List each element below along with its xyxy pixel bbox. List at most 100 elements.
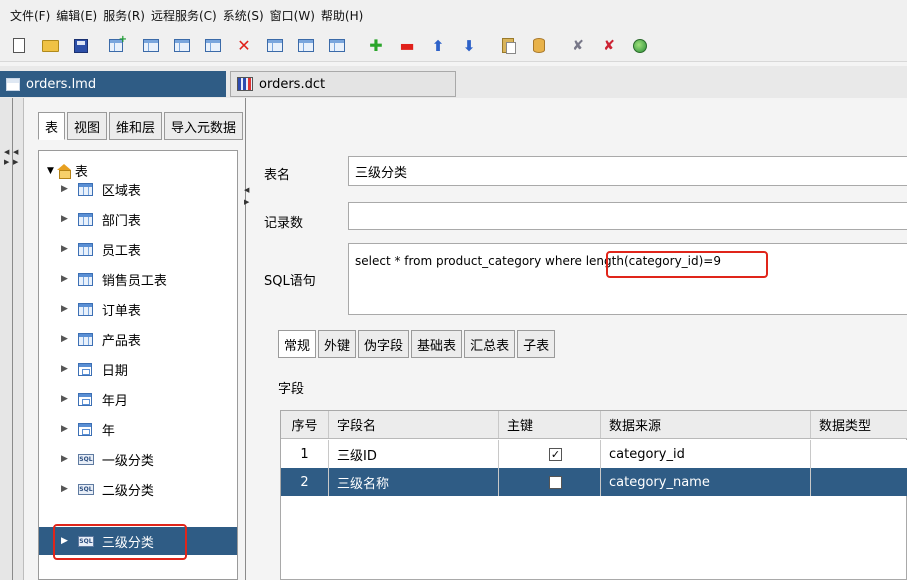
expand-right-icon[interactable]: ▶ [4,158,9,166]
remove-icon[interactable]: ▬ [396,35,418,57]
row-data-source[interactable]: category_id [601,440,811,468]
menu-service[interactable]: 服务(R) [103,7,145,24]
caret-right-icon[interactable]: ▶ [61,484,68,494]
table-name-input[interactable]: 三级分类 [348,156,907,186]
table-icon [77,272,93,286]
insert-column-icon[interactable] [295,35,317,57]
tree-item-label: 二级分类 [101,483,154,499]
doc-tab-orders-lmd[interactable]: orders.lmd [0,71,226,97]
menu-window[interactable]: 窗口(W) [270,7,315,24]
tab-sub-tables[interactable]: 子表 [517,330,556,358]
row-data-type[interactable] [811,468,907,496]
caret-right-icon[interactable]: ▶ [61,334,68,344]
collapse-left-icon[interactable]: ◀ [13,148,18,156]
row-field-name[interactable]: 三级名称 [329,468,499,496]
table-tree: ▼ 表 ▶ 区域表 ▶ 部门表 ▶ 员工表 ▶ 销售员工表 ▶ 订单表 ▶ 产品… [38,150,238,580]
caret-right-icon[interactable]: ▶ [61,184,68,194]
menu-edit[interactable]: 编辑(E) [56,7,97,24]
add-icon[interactable]: ✚ [365,35,387,57]
tree-item[interactable]: ▶ 员工表 [61,235,237,263]
save-icon[interactable] [70,35,92,57]
tree-item[interactable]: ▶ 年 [61,415,237,443]
header-data-type[interactable]: 数据类型 [811,411,907,438]
table-icon [77,212,93,226]
caret-right-icon[interactable]: ▶ [61,304,68,314]
new-file-icon[interactable] [8,35,30,57]
expand-right-icon[interactable]: ▶ [244,198,249,206]
tab-general[interactable]: 常规 [278,330,317,358]
caret-right-icon[interactable]: ▶ [61,214,68,224]
add-sql-table-icon[interactable] [140,35,162,57]
tree-item[interactable]: ▶ 订单表 [61,295,237,323]
debug-tool-icon[interactable]: ✘ [598,35,620,57]
tab-tables[interactable]: 表 [38,112,66,140]
tree-item[interactable]: ▶ 部门表 [61,205,237,233]
globe-icon[interactable] [629,35,651,57]
row-data-source[interactable]: category_name [601,468,811,496]
tree-item[interactable]: ▶ 年月 [61,385,237,413]
tab-summary-tables[interactable]: 汇总表 [464,330,516,358]
row-data-type[interactable] [811,440,907,468]
move-down-icon[interactable]: ⬇ [458,35,480,57]
splitter-line[interactable] [245,98,246,580]
doc-tab-orders-dct[interactable]: orders.dct [230,71,456,97]
caret-right-icon[interactable]: ▶ [61,364,68,374]
sql-text: select * from product_category where [355,254,586,268]
tab-views[interactable]: 视图 [67,112,108,140]
collapse-left-icon[interactable]: ◀ [4,148,9,156]
tab-dimensions[interactable]: 维和层 [109,112,163,140]
delete-icon[interactable]: ✕ [233,35,255,57]
paste-icon[interactable] [497,35,519,57]
primary-key-checkbox[interactable] [549,475,562,489]
menu-remote-service[interactable]: 远程服务(C) [151,7,217,24]
tree-item[interactable]: ▶ SQL 二级分类 [61,475,237,503]
add-table-icon[interactable]: + [109,34,131,57]
primary-key-checkbox[interactable]: ✓ [549,447,562,461]
expand-right-icon[interactable]: ▶ [13,158,18,166]
tab-foreign-keys[interactable]: 外键 [318,330,357,358]
tree-item-label: 订单表 [101,303,141,319]
tab-import-metadata[interactable]: 导入元数据 [164,112,244,140]
edit-table-icon[interactable] [171,35,193,57]
caret-right-icon[interactable]: ▶ [61,394,68,404]
caret-right-icon[interactable]: ▶ [61,454,68,464]
tool-icon[interactable]: ✘ [567,35,589,57]
tab-pseudo-fields[interactable]: 伪字段 [358,330,410,358]
tab-base-tables[interactable]: 基础表 [411,330,463,358]
menu-file[interactable]: 文件(F) [10,7,50,24]
calendar-icon [77,422,92,436]
table-icon [77,242,93,256]
row-field-name[interactable]: 三级ID [329,440,499,468]
row-primary-key: ✓ [499,440,601,468]
record-count-input[interactable] [348,202,907,230]
tree-item-label: 一级分类 [101,453,154,469]
caret-right-icon[interactable]: ▶ [61,424,68,434]
open-folder-icon[interactable] [39,35,61,57]
caret-right-icon[interactable]: ▶ [61,274,68,284]
caret-down-icon[interactable]: ▼ [47,166,54,176]
row-index: 2 [281,468,329,496]
tree-item[interactable]: ▶ SQL 一级分类 [61,445,237,473]
detail-tabs: 常规 外键 伪字段 基础表 汇总表 子表 [278,330,557,358]
caret-right-icon[interactable]: ▶ [61,244,68,254]
tree-item[interactable]: ▶ 日期 [61,355,237,383]
doc-tab-label: orders.dct [259,76,326,92]
collapse-left-icon[interactable]: ◀ [244,186,249,194]
table-properties-icon[interactable] [202,35,224,57]
sql-table-icon: SQL [77,483,94,495]
tree-item[interactable]: ▶ 区域表 [61,175,237,203]
tree-item[interactable]: ▶ 销售员工表 [61,265,237,293]
move-up-icon[interactable]: ⬆ [427,35,449,57]
table-row[interactable]: 1 三级ID ✓ category_id [281,440,907,468]
menu-system[interactable]: 系统(S) [223,7,264,24]
table-row-selected[interactable]: 2 三级名称 category_name [281,468,907,496]
database-icon[interactable] [528,35,550,57]
copy-table-icon[interactable] [264,35,286,57]
menu-help[interactable]: 帮助(H) [321,7,363,24]
header-primary-key[interactable]: 主键 [499,411,601,438]
tree-item[interactable]: ▶ 产品表 [61,325,237,353]
append-column-icon[interactable] [326,35,348,57]
header-field-name[interactable]: 字段名 [329,411,499,438]
header-data-source[interactable]: 数据来源 [601,411,811,438]
header-index[interactable]: 序号 [281,411,329,438]
